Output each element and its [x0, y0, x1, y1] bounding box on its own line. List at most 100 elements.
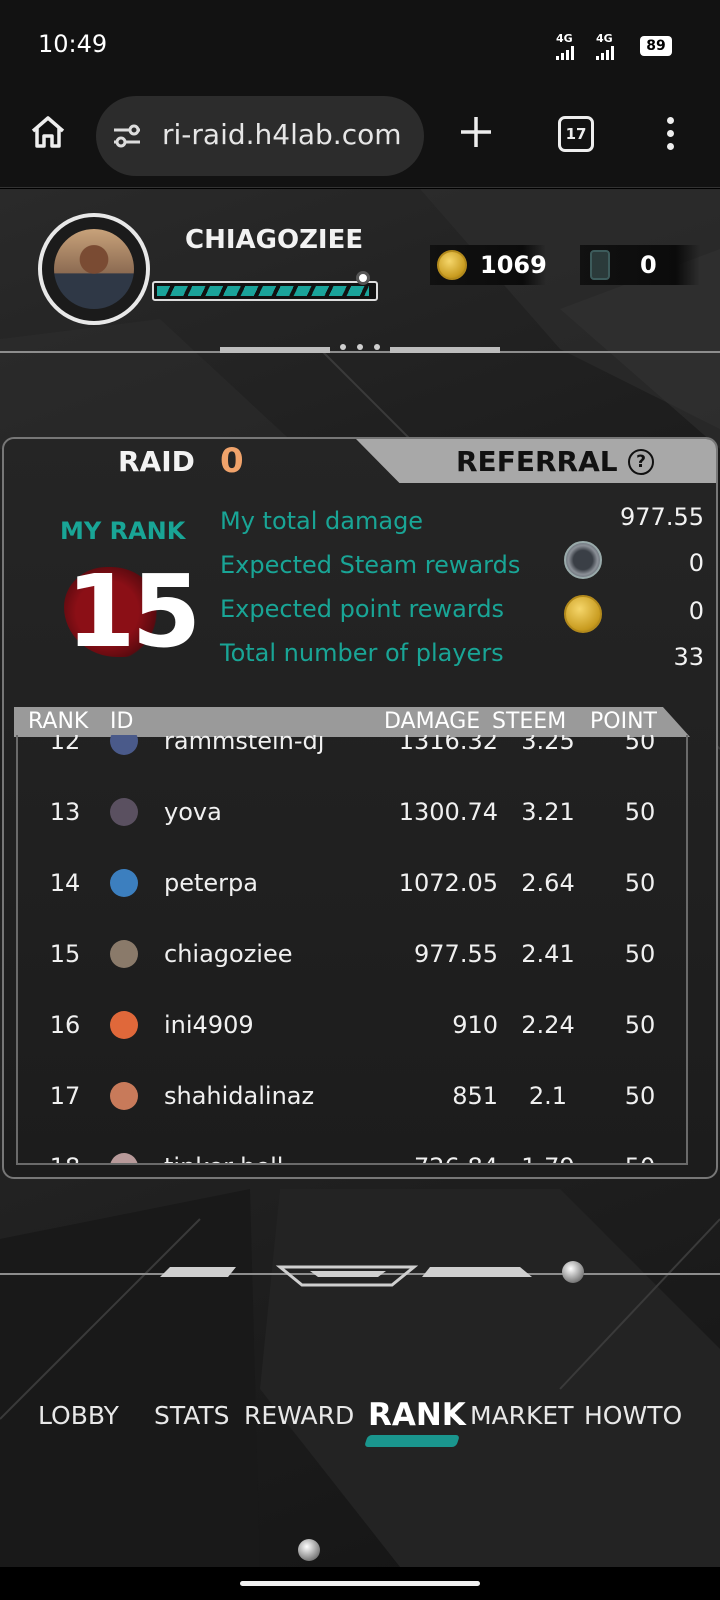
more-menu-icon[interactable] — [660, 114, 680, 154]
row-point: 50 — [624, 1082, 656, 1110]
divider-dot — [374, 344, 380, 350]
home-icon[interactable] — [28, 112, 68, 152]
row-point: 50 — [610, 1153, 670, 1163]
row-point: 50 — [624, 869, 656, 897]
table-row[interactable]: 17 shahidalinaz 851 2.1 50 — [18, 1062, 686, 1132]
divider-dot — [340, 344, 346, 350]
stat-label: Total number of players — [220, 639, 504, 667]
row-avatar — [110, 735, 138, 755]
row-damage: 1316.32 — [398, 735, 498, 755]
divider-dot — [357, 344, 363, 350]
table-row[interactable]: 13 yova 1300.74 3.21 50 — [18, 778, 686, 848]
row-steem: 2.41 — [521, 940, 575, 968]
cell-signal-icon: 4G — [556, 32, 574, 60]
browser-toolbar: ri-raid.h4lab.com 17 — [0, 90, 720, 188]
new-tab-icon[interactable] — [458, 114, 494, 150]
row-steem: 2.64 — [521, 869, 575, 897]
nav-market[interactable]: MARKET — [470, 1401, 574, 1430]
row-point: 50 — [624, 1011, 656, 1039]
nav-stats[interactable]: STATS — [154, 1401, 230, 1430]
row-steem: 3.25 — [521, 735, 575, 755]
slider-ball — [562, 1261, 584, 1283]
header-damage: DAMAGE — [384, 709, 481, 734]
phone-icon — [590, 250, 610, 280]
avatar[interactable] — [38, 213, 150, 325]
gesture-bar — [0, 1567, 720, 1600]
username: CHIAGOZIEE — [185, 225, 364, 255]
row-damage: 851 — [452, 1082, 498, 1110]
my-rank-label: MY RANK — [60, 517, 186, 545]
row-id: peterpa — [164, 869, 258, 897]
raid-count: 0 — [220, 441, 244, 481]
battery-icon: 89 — [640, 36, 672, 56]
row-rank: 14 — [49, 869, 81, 897]
tab-switcher-button[interactable]: 17 — [558, 116, 594, 152]
nav-lobby[interactable]: LOBBY — [38, 1401, 119, 1430]
row-avatar — [110, 1153, 138, 1163]
game-area: CHIAGOZIEE 1069 0 RAID 0 REFERRAL ? MY R… — [0, 189, 720, 1567]
help-icon[interactable]: ? — [628, 449, 654, 475]
slider-ball — [298, 1539, 320, 1561]
row-point: 50 — [624, 798, 656, 826]
table-row[interactable]: 18 tinker-bell 726.84 1.79 50 — [18, 1133, 686, 1163]
stat-value: 0 — [688, 597, 704, 625]
row-point: 50 — [624, 940, 656, 968]
divider-ornament — [160, 1265, 532, 1287]
header-point: POINT — [590, 709, 657, 734]
row-rank: 12 — [49, 735, 81, 755]
row-damage: 910 — [452, 1011, 498, 1039]
coin-icon — [437, 250, 467, 280]
nav-howto[interactable]: HOWTO — [584, 1401, 682, 1430]
stat-value: 977.55 — [620, 503, 704, 531]
rank-table[interactable]: 12 rammstein-dj 1316.32 3.25 50 13 yova 1300.74… — [16, 735, 688, 1165]
stat-label: Expected point rewards — [220, 595, 505, 623]
row-id: ini4909 — [164, 1011, 254, 1039]
divider-accent — [390, 347, 500, 353]
divider — [0, 351, 720, 353]
header-rank: RANK — [28, 709, 89, 734]
row-rank: 18 — [48, 1153, 82, 1163]
coin-count: 1069 — [480, 251, 547, 279]
row-avatar — [110, 940, 138, 968]
header-steem: STEEM — [492, 709, 567, 734]
row-damage: 1300.74 — [398, 798, 498, 826]
row-rank: 17 — [49, 1082, 81, 1110]
table-row[interactable]: 16 ini4909 910 2.24 50 — [18, 991, 686, 1061]
row-damage: 726.84 — [378, 1153, 498, 1163]
row-steem: 2.1 — [528, 1082, 568, 1110]
row-damage: 977.55 — [414, 940, 498, 968]
row-steem: 2.24 — [521, 1011, 575, 1039]
xp-bar-knob — [356, 271, 370, 285]
steem-icon — [564, 541, 602, 579]
table-row[interactable]: 12 rammstein-dj 1316.32 3.25 50 — [18, 735, 686, 777]
row-id: chiagoziee — [164, 940, 293, 968]
row-rank: 13 — [49, 798, 81, 826]
status-time: 10:49 — [38, 30, 108, 58]
row-damage: 1072.05 — [398, 869, 498, 897]
row-id: tinker-bell — [164, 1153, 283, 1163]
stat-value: 33 — [673, 643, 704, 671]
tab-referral-label[interactable]: REFERRAL — [456, 445, 618, 478]
my-rank-value: 15 — [66, 553, 201, 670]
row-steem: 1.79 — [512, 1153, 584, 1163]
stat-label: Expected Steam rewards — [220, 551, 521, 579]
row-point: 50 — [624, 735, 656, 755]
row-rank: 15 — [49, 940, 81, 968]
row-avatar — [110, 1082, 138, 1110]
site-settings-icon[interactable] — [112, 122, 142, 150]
nav-reward[interactable]: REWARD — [244, 1401, 354, 1430]
table-row[interactable]: 15 chiagoziee 977.55 2.41 50 — [18, 920, 686, 990]
avatar-image — [54, 229, 134, 309]
address-bar[interactable]: ri-raid.h4lab.com — [96, 96, 424, 176]
nav-rank[interactable]: RANK — [368, 1397, 466, 1433]
xp-bar — [152, 281, 378, 301]
cell-signal-icon: 4G — [596, 32, 614, 60]
nav-active-indicator — [364, 1435, 460, 1447]
device-count: 0 — [640, 251, 657, 279]
tab-raid[interactable]: RAID — [118, 445, 195, 478]
url-text: ri-raid.h4lab.com — [162, 118, 402, 151]
row-id: shahidalinaz — [164, 1082, 315, 1110]
xp-bar-fill — [157, 286, 369, 296]
table-row[interactable]: 14 peterpa 1072.05 2.64 50 — [18, 849, 686, 919]
row-steem: 3.21 — [521, 798, 575, 826]
